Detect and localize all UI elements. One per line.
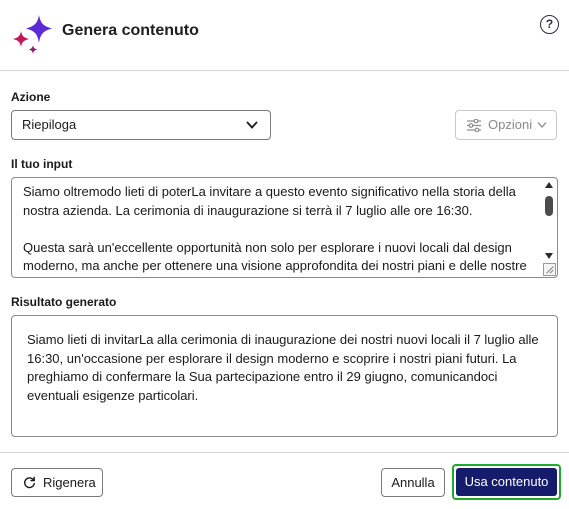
output-result: Siamo lieti di invitarLa alla cerimonia … — [11, 315, 558, 437]
scroll-up-icon[interactable] — [545, 182, 553, 188]
output-label: Risultato generato — [11, 295, 117, 309]
chevron-down-icon — [246, 121, 258, 129]
chevron-down-icon — [537, 122, 547, 128]
input-text: Siamo oltremodo lieti di poterLa invitar… — [23, 184, 527, 277]
options-button[interactable]: Opzioni — [455, 110, 557, 140]
action-select[interactable]: Riepiloga — [11, 110, 271, 140]
options-label: Opzioni — [488, 117, 533, 132]
scroll-thumb[interactable] — [545, 196, 553, 216]
regenerate-label: Rigenera — [43, 475, 96, 490]
action-select-value: Riepiloga — [22, 117, 77, 132]
action-label: Azione — [11, 90, 51, 104]
footer-divider — [0, 452, 569, 453]
refresh-icon — [24, 476, 35, 489]
dialog-title: Genera contenuto — [62, 22, 199, 39]
sparkle-logo-icon — [13, 15, 52, 54]
output-text: Siamo lieti di invitarLa alla cerimonia … — [27, 332, 539, 403]
resize-grip-icon[interactable] — [543, 263, 556, 276]
cancel-button[interactable]: Annulla — [381, 468, 445, 497]
regenerate-button[interactable]: Rigenera — [11, 468, 103, 497]
scroll-down-icon[interactable] — [545, 253, 553, 259]
input-textarea[interactable]: Siamo oltremodo lieti di poterLa invitar… — [11, 177, 558, 278]
input-scrollbar[interactable] — [542, 179, 556, 263]
dialog-header: Genera contenuto ? — [0, 0, 569, 71]
use-content-button[interactable]: Usa contenuto — [456, 468, 557, 496]
help-icon[interactable]: ? — [540, 15, 559, 34]
use-content-focus-ring: Usa contenuto — [452, 464, 561, 500]
input-label: Il tuo input — [11, 157, 73, 171]
sliders-icon — [467, 119, 481, 132]
